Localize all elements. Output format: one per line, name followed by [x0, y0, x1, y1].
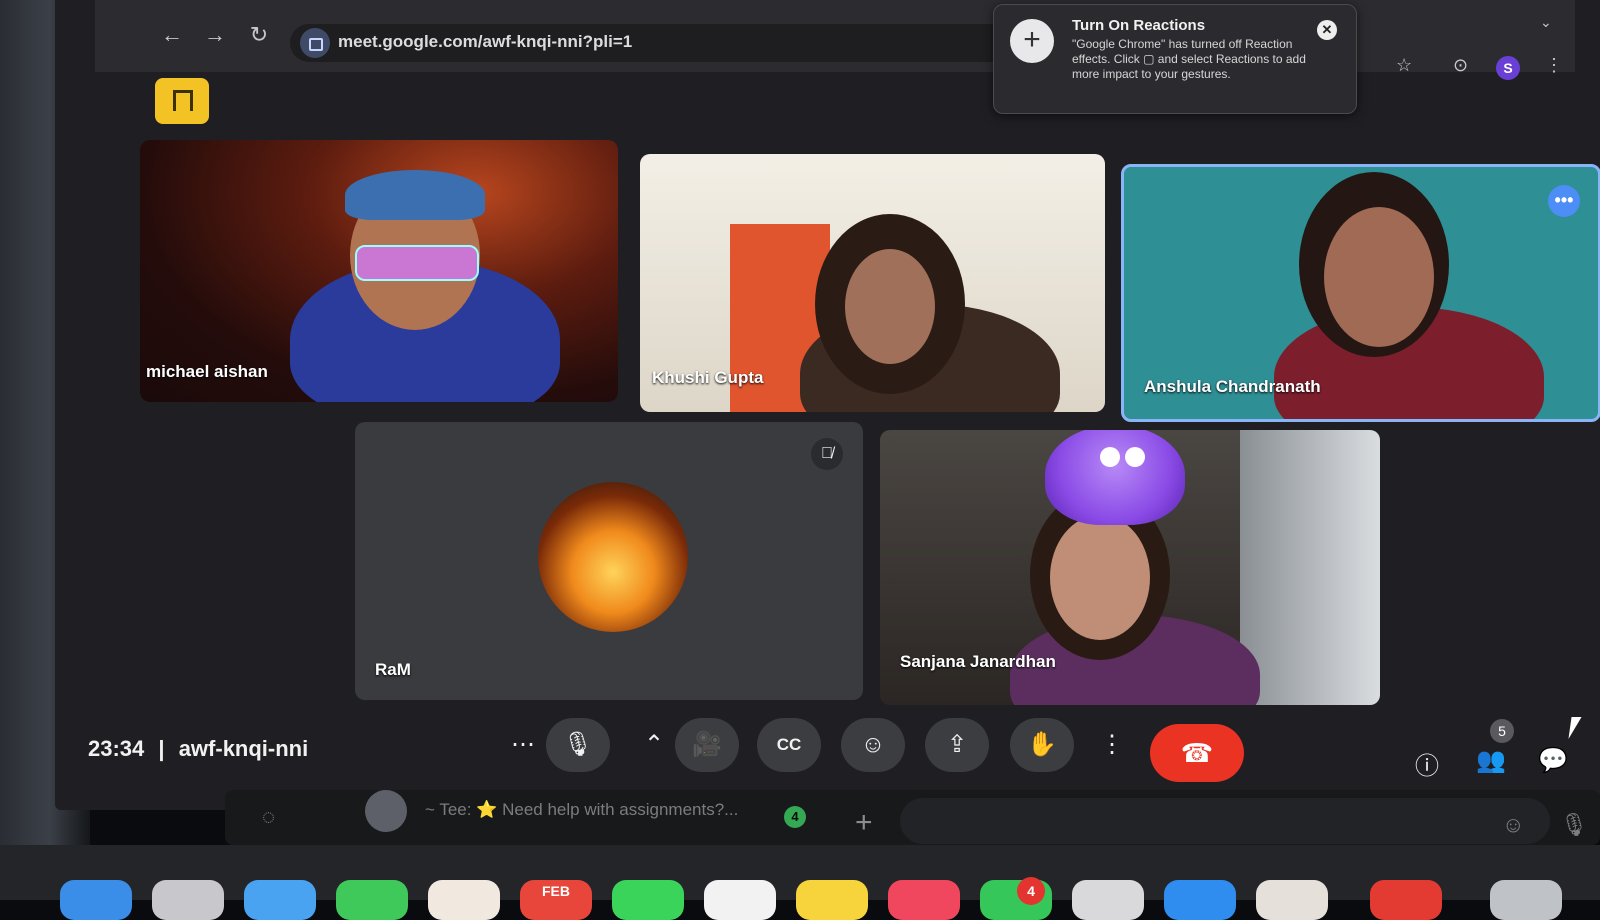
voice-icon[interactable]: 🎙 [1560, 812, 1588, 838]
chat-avatar [365, 790, 407, 832]
music-app[interactable] [888, 880, 960, 920]
calendar-app[interactable]: FEB [520, 880, 592, 920]
participant-name: Anshula Chandranath [1144, 377, 1321, 396]
raise-hand-button[interactable]: ✋ [1010, 718, 1074, 772]
profile-avatar-image [538, 482, 688, 632]
unread-badge: 4 [784, 806, 806, 828]
participant-tile-ram[interactable]: 🎙̸ RaM [355, 422, 863, 700]
camera-button[interactable]: 🎥 [675, 718, 739, 772]
meeting-code: awf-knqi-nni [178, 736, 309, 761]
notification-title: Turn On Reactions [1072, 17, 1206, 34]
profile-avatar[interactable]: S [1496, 56, 1520, 80]
meeting-time: 23:34 [88, 736, 145, 761]
participant-name: Sanjana Janardhan [900, 652, 1056, 671]
reload-icon[interactable]: ↻ [244, 22, 274, 48]
glasses-filter [355, 245, 479, 281]
participant-count-badge: 5 [1490, 719, 1514, 743]
messages-app[interactable] [336, 880, 408, 920]
meeting-info: 23:34 | awf-knqi-nni [88, 736, 308, 762]
notes-app[interactable] [796, 880, 868, 920]
present-screen-button[interactable]: ⇪ [925, 718, 989, 772]
url-text[interactable]: meet.google.com/awf-knqi-nni?pli=1 [338, 32, 632, 52]
meet-logo [155, 78, 209, 124]
dock-notification-badge: 4 [1017, 877, 1045, 905]
participant-tile-michael[interactable]: michael aishan [140, 140, 618, 402]
bookmark-star-icon[interactable]: ☆ [1396, 55, 1412, 76]
meeting-info-icon[interactable]: ⓘ [1410, 746, 1444, 781]
tab-search-chevron-icon[interactable]: ⌄ [1540, 14, 1552, 31]
emoji-reaction-button[interactable]: ☺ [841, 718, 905, 772]
chrome-menu-icon[interactable]: ⋮ [1545, 55, 1563, 76]
reactions-notification: + Turn On Reactions "Google Chrome" has … [993, 4, 1357, 114]
participant-name: Khushi Gupta [652, 368, 764, 387]
participant-tile-anshula[interactable]: ••• Anshula Chandranath [1121, 164, 1600, 422]
hair [345, 170, 485, 220]
safari-app[interactable] [244, 880, 316, 920]
sticker-icon[interactable]: ☺ [1502, 812, 1524, 838]
forward-arrow-icon[interactable]: → [200, 22, 230, 48]
message-input[interactable] [900, 798, 1550, 844]
participant-name: RaM [375, 660, 411, 679]
finder-app[interactable] [60, 880, 132, 920]
expand-chevron-icon[interactable]: ⌃ [634, 718, 674, 772]
trash-app[interactable] [1490, 880, 1562, 920]
app-store-app[interactable] [1164, 880, 1236, 920]
contacts-app[interactable] [704, 880, 776, 920]
message-preview[interactable]: ~ Tee: ⭐ Need help with assignments?... [425, 800, 738, 820]
facetime-app[interactable] [612, 880, 684, 920]
chat-icon[interactable]: 💬 [1536, 746, 1570, 775]
more-vertical-icon[interactable]: ⋮ [1095, 718, 1129, 772]
participant-tile-khushi[interactable]: Khushi Gupta [640, 154, 1105, 412]
people-icon[interactable]: 👥 [1474, 746, 1508, 775]
participant-head [1050, 515, 1150, 640]
chatgpt-app[interactable] [1072, 880, 1144, 920]
captions-button[interactable]: CC [757, 718, 821, 772]
preview-app[interactable] [1256, 880, 1328, 920]
status-icon[interactable]: ◌ [262, 804, 275, 830]
reactions-plus-icon: + [1010, 19, 1054, 63]
participant-head [1324, 207, 1434, 347]
notification-body: "Google Chrome" has turned off Reaction … [1072, 37, 1306, 81]
mic-button[interactable]: 🎙 [546, 718, 610, 772]
launchpad-app[interactable] [152, 880, 224, 920]
separator: | [158, 736, 165, 761]
participant-tile-sanjana[interactable]: Sanjana Janardhan [880, 430, 1380, 705]
close-icon[interactable]: ✕ [1317, 20, 1337, 40]
photos-app[interactable] [428, 880, 500, 920]
speaking-indicator-icon: ••• [1548, 185, 1580, 217]
participant-head [845, 249, 935, 364]
extension-icon[interactable]: ⊙ [1453, 55, 1468, 76]
octopus-effect [1045, 430, 1185, 525]
chrome-app[interactable] [1370, 880, 1442, 920]
meet-site-icon[interactable] [300, 28, 330, 58]
back-arrow-icon[interactable]: ← [157, 22, 187, 48]
window-background [1240, 430, 1380, 705]
mic-off-icon: 🎙̸ [811, 438, 843, 470]
end-call-button[interactable]: ☎ [1150, 724, 1244, 782]
more-options-icon[interactable]: ⋯ [503, 718, 543, 772]
participant-name: michael aishan [146, 362, 268, 381]
add-attachment-icon[interactable]: + [855, 806, 873, 840]
